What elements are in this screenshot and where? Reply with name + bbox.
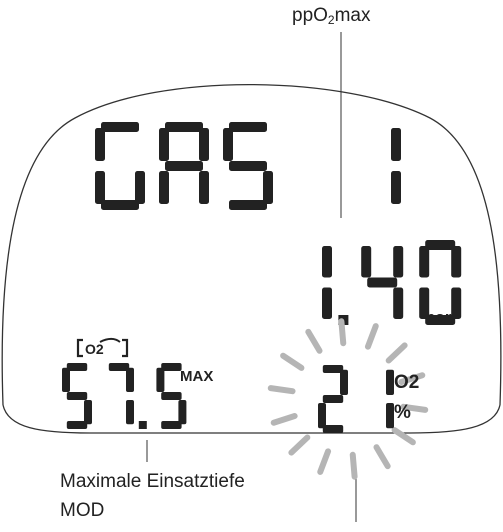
segment-character — [318, 365, 348, 433]
dive-computer-display: bar O2 MAX O2 % — [1, 32, 502, 522]
gas-number-readout — [95, 122, 401, 210]
blink-ray — [305, 328, 323, 354]
o2-unit: % — [394, 402, 411, 423]
decimal-point — [138, 421, 147, 429]
blink-ray — [280, 352, 305, 371]
mod-depth-readout — [62, 363, 187, 429]
mod-o2-warning-icon: O2 — [76, 338, 129, 358]
blink-ray — [391, 427, 416, 446]
svg-text:O2: O2 — [85, 341, 104, 357]
segment-character — [95, 122, 145, 210]
segment-character — [108, 363, 134, 425]
blink-ray — [373, 444, 391, 470]
segment-character — [386, 369, 394, 429]
blink-ray — [317, 448, 332, 475]
segment-character — [223, 122, 273, 210]
ppo2-max-callout-label: ppO2max — [292, 5, 371, 27]
segment-character — [391, 128, 401, 204]
blink-ray — [270, 413, 298, 426]
segment-character — [159, 122, 209, 204]
o2-blink-indicator — [267, 318, 429, 480]
o2-percent-readout — [318, 365, 394, 433]
ppo2-unit: bar — [425, 308, 452, 327]
blink-ray — [267, 385, 296, 395]
segment-character — [322, 246, 332, 319]
mod-callout-label-line2: MOD — [60, 500, 105, 521]
blink-ray — [349, 451, 358, 480]
mod-max-tag: MAX — [180, 368, 213, 385]
segment-character — [361, 246, 404, 319]
mod-callout-label-line1: Maximale Einsatztiefe — [60, 471, 245, 492]
blink-ray — [385, 342, 408, 364]
diagram: bar O2 MAX O2 % ppO2max Maximale Einsatz… — [0, 0, 503, 527]
segment-character — [62, 363, 92, 429]
blink-ray — [338, 318, 347, 347]
o2-label: O2 — [394, 372, 419, 393]
blink-ray — [288, 434, 311, 456]
blink-ray — [364, 323, 379, 350]
